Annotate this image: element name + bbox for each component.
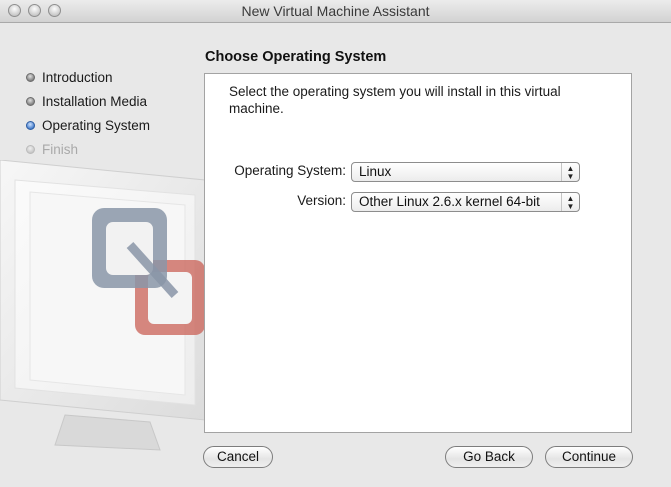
content-panel [204, 73, 632, 433]
version-select-value: Other Linux 2.6.x kernel 64-bit [359, 194, 540, 209]
step-operating-system: Operating System [26, 116, 150, 140]
assistant-steps: Introduction Installation Media Operatin… [26, 68, 150, 164]
select-arrows-icon: ▲ ▼ [561, 163, 579, 181]
version-select[interactable]: Other Linux 2.6.x kernel 64-bit ▲ ▼ [351, 192, 580, 212]
os-label: Operating System: [234, 163, 346, 178]
step-bullet-icon [26, 97, 35, 106]
step-label: Introduction [42, 70, 113, 85]
assistant-window: New Virtual Machine Assistant Introducti… [0, 0, 671, 487]
step-label: Operating System [42, 118, 151, 133]
os-select-value: Linux [359, 164, 392, 179]
step-finish: Finish [26, 140, 150, 164]
cancel-button[interactable]: Cancel [203, 446, 273, 468]
step-installation-media: Installation Media [26, 92, 150, 116]
step-label: Installation Media [42, 94, 148, 109]
continue-button[interactable]: Continue [545, 446, 633, 468]
title-bar: New Virtual Machine Assistant [0, 0, 671, 23]
step-current-bullet-icon [26, 121, 35, 130]
vm-illustration [0, 160, 206, 451]
page-title: Choose Operating System [205, 49, 387, 65]
window-title: New Virtual Machine Assistant [241, 3, 430, 19]
version-label: Version: [297, 193, 346, 208]
step-bullet-icon [26, 73, 35, 82]
page-description: Select the operating system you will ins… [229, 84, 561, 116]
step-label: Finish [42, 142, 79, 157]
os-select[interactable]: Linux ▲ ▼ [351, 162, 580, 182]
step-introduction: Introduction [26, 68, 150, 92]
go-back-button[interactable]: Go Back [445, 446, 533, 468]
select-arrows-icon: ▲ ▼ [561, 193, 579, 211]
step-bullet-icon [26, 145, 35, 154]
